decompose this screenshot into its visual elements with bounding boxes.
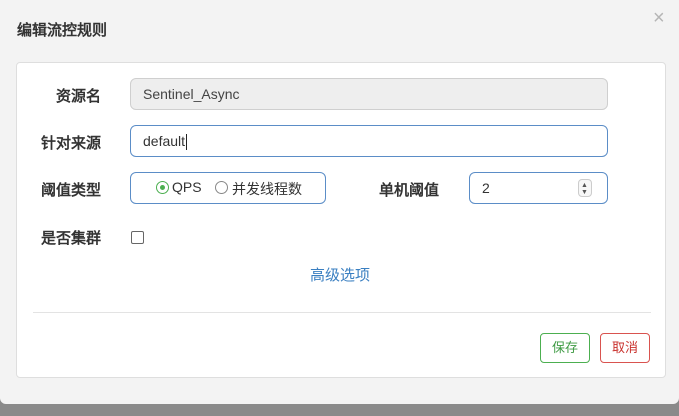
count-input[interactable]: 2 ▲ ▼ xyxy=(469,172,608,204)
cluster-label: 是否集群 xyxy=(40,230,101,247)
edit-flow-rule-dialog: 编辑流控规则 × 资源名 Sentinel_Async 针对来源 default… xyxy=(0,0,679,404)
advanced-options-link[interactable]: 高级选项 xyxy=(310,264,370,285)
count-value: 2 xyxy=(482,180,490,196)
text-caret xyxy=(186,134,188,151)
radio-thread-count[interactable] xyxy=(215,181,228,194)
chevron-up-icon[interactable]: ▲ xyxy=(581,182,588,189)
close-icon[interactable]: × xyxy=(653,8,665,28)
radio-qps-label: QPS xyxy=(172,179,202,195)
form-panel: 资源名 Sentinel_Async 针对来源 default 阈值类型 QPS… xyxy=(16,62,666,378)
radio-thread-count-label: 并发线程数 xyxy=(232,181,302,197)
resource-label: 资源名 xyxy=(55,88,101,105)
grade-radio-group: QPS 并发线程数 xyxy=(130,172,326,204)
limit-app-label: 针对来源 xyxy=(40,135,101,152)
cancel-button[interactable]: 取消 xyxy=(600,333,650,363)
grade-label: 阈值类型 xyxy=(40,182,101,199)
count-stepper[interactable]: ▲ ▼ xyxy=(578,179,592,197)
save-button[interactable]: 保存 xyxy=(540,333,590,363)
radio-qps[interactable] xyxy=(156,181,169,194)
dialog-title: 编辑流控规则 xyxy=(17,22,108,39)
footer-divider xyxy=(33,312,651,313)
limit-app-input[interactable]: default xyxy=(130,125,608,157)
resource-input: Sentinel_Async xyxy=(130,78,608,110)
limit-app-value: default xyxy=(143,133,186,149)
chevron-down-icon[interactable]: ▼ xyxy=(581,189,588,196)
cluster-checkbox[interactable] xyxy=(131,231,144,244)
count-label: 单机阈值 xyxy=(378,182,439,199)
